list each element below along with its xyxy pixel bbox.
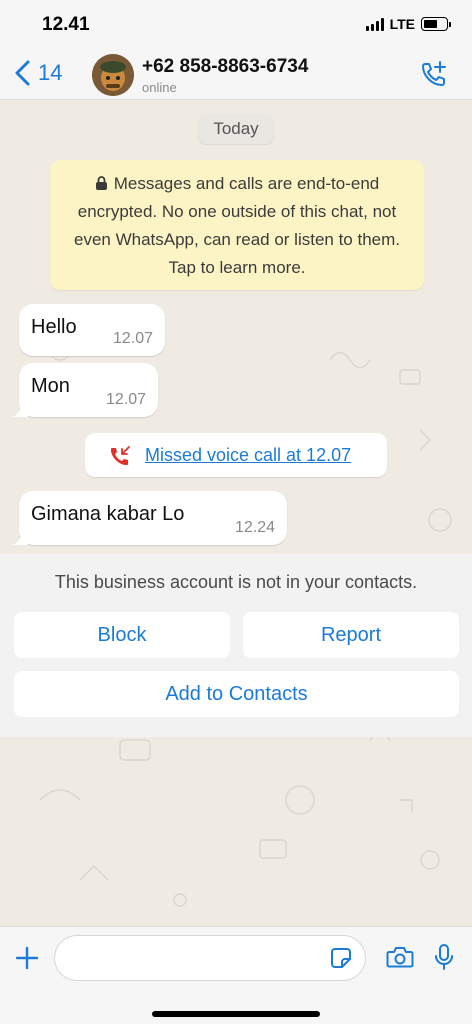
phone-plus-icon (422, 61, 446, 86)
chat-area[interactable]: Today Messages and calls are end-to-end … (0, 100, 472, 926)
message-input[interactable] (54, 935, 366, 981)
sticker-icon (331, 948, 351, 968)
missed-call-link[interactable]: Missed voice call at 12.07 (145, 445, 351, 466)
chevron-left-icon (15, 60, 30, 86)
microphone-icon (435, 944, 453, 970)
missed-call-notice[interactable]: Missed voice call at 12.07 (85, 433, 387, 477)
avatar[interactable] (92, 54, 134, 96)
voice-message-button[interactable] (434, 943, 454, 976)
contact-name[interactable]: +62 858-8863-6734 (142, 56, 308, 78)
block-button[interactable]: Block (14, 612, 230, 658)
back-button[interactable]: 14 (12, 58, 62, 88)
avatar-image (92, 54, 134, 96)
lock-icon (95, 176, 107, 190)
camera-button[interactable] (386, 945, 414, 974)
date-separator: Today (198, 114, 274, 144)
bubble-tail (12, 531, 28, 545)
contact-status: online (142, 80, 177, 95)
status-time: 12.41 (42, 14, 90, 35)
message-time: 12.07 (105, 391, 146, 408)
message-time: 12.24 (234, 519, 275, 536)
status-bar: 12.41 LTE (0, 0, 472, 50)
encryption-notice[interactable]: Messages and calls are end-to-end encryp… (50, 160, 424, 290)
message-bubble[interactable]: Mon 12.07 (12, 363, 158, 417)
home-indicator[interactable] (152, 1011, 320, 1017)
message-time: 12.07 (112, 330, 153, 347)
message-text: Mon (31, 375, 70, 397)
network-type: LTE (389, 16, 415, 32)
add-call-button[interactable] (420, 60, 448, 93)
message-bubble[interactable]: Hello 12.07 (19, 304, 165, 356)
battery-level (424, 20, 437, 28)
message-text: Gimana kabar Lo (31, 503, 185, 525)
report-button[interactable]: Report (243, 612, 459, 658)
plus-icon (15, 946, 39, 970)
business-notice: This business account is not in your con… (54, 572, 418, 592)
bubble-tail (12, 403, 28, 417)
message-bubble[interactable]: Gimana kabar Lo 12.24 (12, 491, 287, 545)
sticker-button[interactable] (330, 947, 352, 974)
message-composer (0, 926, 472, 1024)
message-text: Hello (31, 316, 77, 338)
attach-button[interactable] (14, 945, 40, 976)
battery-icon (421, 17, 451, 31)
encryption-text: Messages and calls are end-to-end encryp… (73, 174, 400, 277)
add-to-contacts-button[interactable]: Add to Contacts (14, 671, 459, 717)
signal-icon (365, 17, 384, 31)
unread-count: 14 (38, 60, 63, 85)
status-indicators: LTE (365, 16, 451, 32)
business-contact-panel: This business account is not in your con… (0, 554, 472, 737)
chat-header: 14 +62 858-8863-6734 online (0, 50, 472, 100)
missed-call-icon (111, 446, 130, 465)
camera-icon (386, 947, 414, 968)
